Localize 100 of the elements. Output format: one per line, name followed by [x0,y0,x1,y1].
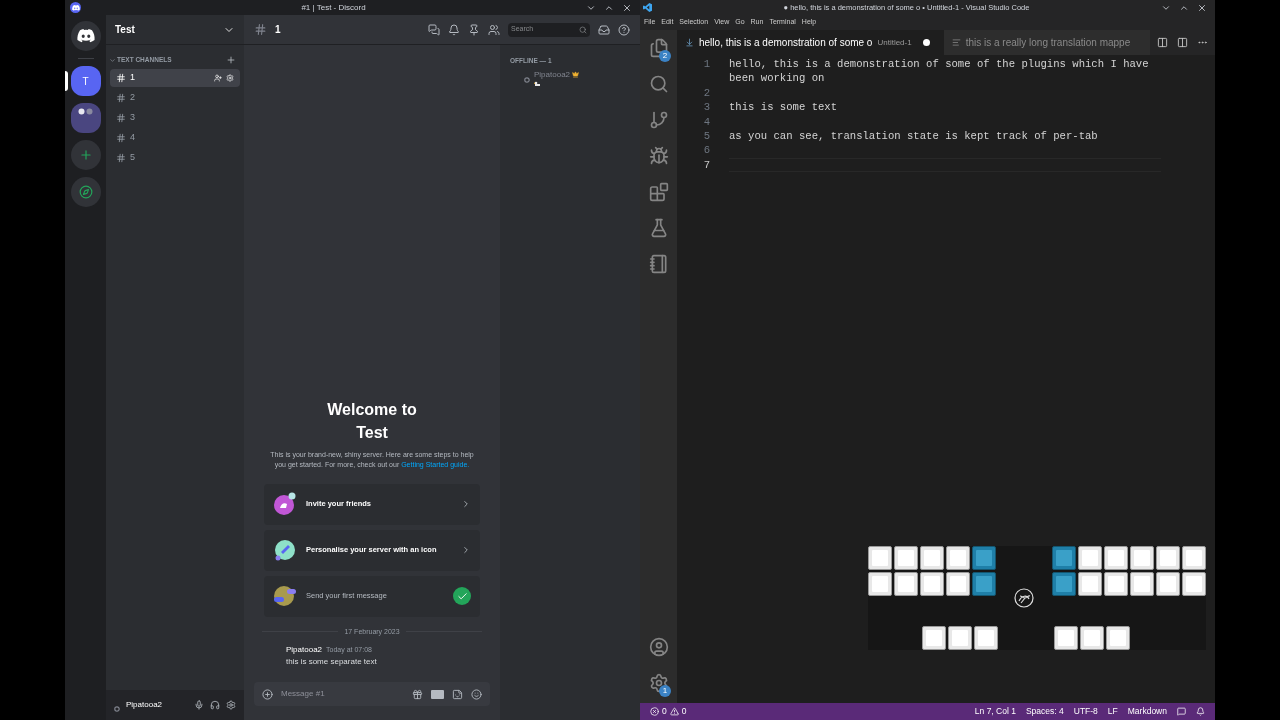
channel-item[interactable]: 3 [110,109,240,127]
pin-icon[interactable] [468,23,480,36]
warning-count[interactable]: 0 [681,705,687,718]
help-icon[interactable] [618,23,630,36]
threads-icon[interactable] [428,23,440,36]
add-server-button[interactable] [70,140,101,170]
tab-description: Untitled-1 [877,36,912,49]
inbox-icon[interactable] [598,23,610,36]
feedback-icon[interactable] [1177,707,1186,716]
attach-icon[interactable] [262,688,273,700]
channel-item[interactable]: 1 [110,69,240,87]
server-folder[interactable] [70,103,101,133]
member-name[interactable]: Pipatooa2 [534,68,571,81]
discord-logo-icon [71,4,80,11]
discord-logo-icon [76,29,95,43]
microphone-icon[interactable] [194,700,204,710]
channel-item[interactable]: 2 [110,89,240,107]
chevron-right-icon [461,499,471,509]
channel-name: 5 [130,151,136,165]
editor-tab[interactable]: this is a really long translation mappe [943,30,1150,55]
error-icon[interactable] [650,707,659,716]
editor-tab[interactable]: hello, this is a demonstration of some o Untitled-1 [677,30,944,55]
code-line: as you can see, translation state is kept track of per-tab [729,130,1098,143]
offline-status-icon [114,706,120,712]
channel-name: 1 [130,71,136,85]
window-title: #1 | Test - Discord [301,1,366,14]
members-icon[interactable] [488,23,500,36]
notification-badge: 1 [659,685,671,697]
message-text: this is some separate text [286,656,378,668]
hash-icon [116,153,126,163]
status-item[interactable]: Ln 7, Col 1 [974,705,1016,718]
server-name[interactable]: Test [115,22,135,37]
preview-icon[interactable] [1157,37,1168,48]
add-channel-icon[interactable] [226,55,236,65]
emoji-icon[interactable] [471,688,482,700]
hash-icon [116,133,126,143]
tab-title: hello, this is a demonstration of some o [699,36,873,50]
status-item[interactable]: Markdown [1127,705,1167,718]
vscode-logo-icon [643,3,652,12]
compass-icon [78,185,93,199]
line-number: 6 [702,143,710,158]
selected-indicator [65,71,68,91]
swirl-logo-icon [1014,588,1034,608]
search-icon[interactable] [648,74,669,94]
notifications-icon[interactable] [1196,707,1205,716]
channel-name: 2 [130,91,136,105]
line-number: 2 [702,85,710,101]
offline-status-icon [524,76,530,83]
channel-name: 3 [130,111,136,125]
line-number: 4 [702,114,710,130]
line-number: 5 [702,129,710,144]
home-button[interactable] [70,21,101,51]
explore-button[interactable] [70,177,101,207]
line-number: 3 [702,100,710,115]
message-author[interactable]: Pipatooa2 [286,644,323,656]
search-icon [579,25,587,34]
channel-item[interactable]: 5 [110,149,240,167]
done-check-icon [453,587,471,605]
error-count[interactable]: 0 [662,705,667,718]
markdown-file-icon [685,38,694,47]
add-icon [78,148,93,162]
hash-icon [116,93,126,103]
tab-title: this is a really long translation mappe [965,36,1131,50]
settings-icon[interactable] [648,673,669,693]
server-button[interactable]: T [70,66,101,96]
status-emoji-icon [534,80,541,87]
split-editor-icon[interactable] [1177,37,1188,48]
invite-illustration-icon [273,492,297,516]
hash-icon [116,73,126,83]
blocks-icon[interactable] [648,182,669,202]
bell-icon[interactable] [448,23,460,36]
invite-icon[interactable] [214,74,222,82]
close-icon[interactable] [622,2,632,13]
gift-icon[interactable] [412,688,423,700]
code-line: this is some text [729,101,838,114]
bug-icon[interactable] [648,146,669,166]
code-line: hello, this is a demonstration of some of the plugins which I have been working on [729,58,1149,85]
chevron-right-icon [461,545,471,555]
channel-item[interactable]: 4 [110,129,240,147]
channel-title: 1 [275,23,282,37]
text-file-icon [951,38,961,47]
close-icon[interactable] [1197,2,1207,13]
headphones-icon[interactable] [210,700,220,710]
message-input[interactable]: Message #1 [254,682,490,706]
notebook-icon[interactable] [648,254,669,274]
account-icon[interactable] [648,637,669,657]
status-item[interactable]: Spaces: 4 [1025,705,1064,718]
branch-icon[interactable] [648,110,669,130]
server-thumbnail-icon [77,108,94,115]
status-item[interactable]: UTF-8 [1073,705,1098,718]
settings-icon[interactable] [226,700,236,710]
hash-icon [254,23,267,36]
files-icon[interactable] [648,38,669,58]
sticker-icon[interactable] [452,688,463,700]
personalise-illustration-icon [273,538,297,562]
warning-icon[interactable] [669,707,679,716]
hash-icon [116,113,126,123]
username: Pipatooa2 [126,699,164,711]
message-illustration-icon [273,584,297,608]
status-item[interactable]: LF [1107,705,1118,718]
